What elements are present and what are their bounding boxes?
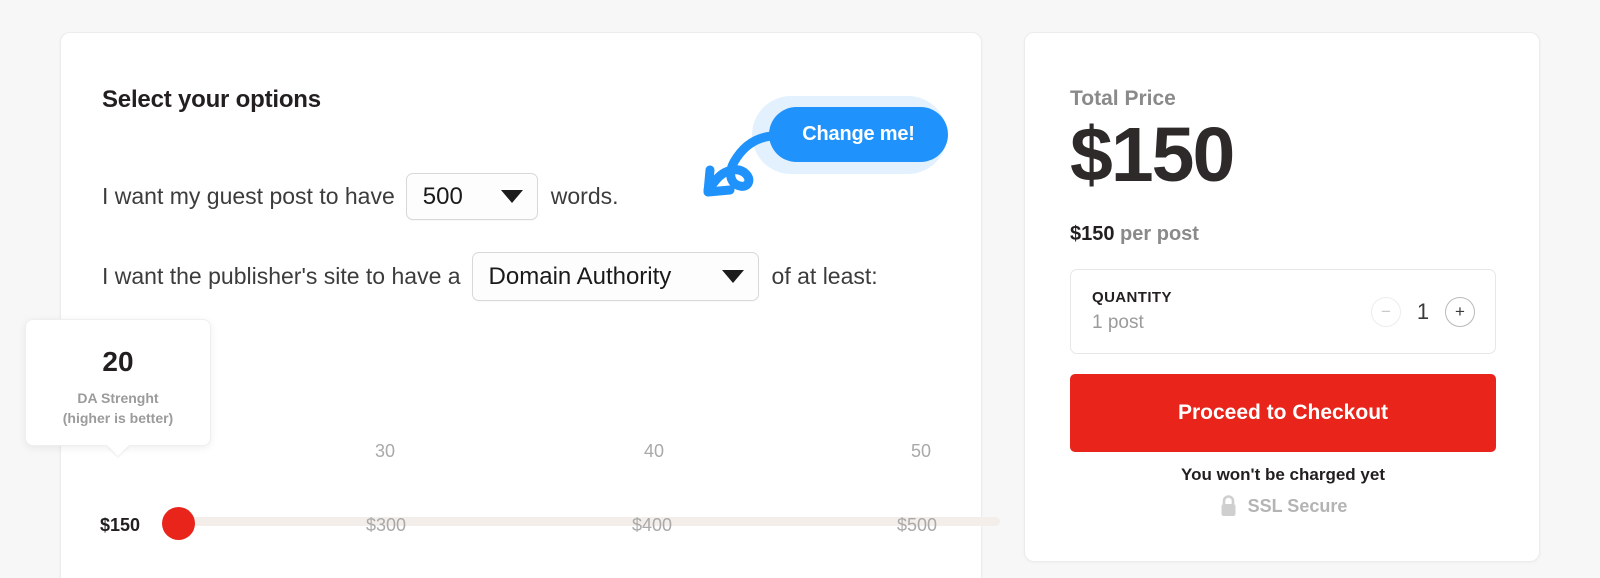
page-root: Select your options I want my guest post… [0,0,1600,578]
quantity-increase-button[interactable]: + [1445,296,1475,327]
slider-tick-label: 40 [643,441,665,461]
ssl-secure-row: SSL Secure [1070,495,1496,518]
quantity-controls: − 1 + [1371,296,1475,327]
total-price-label: Total Price [1070,87,1176,110]
no-charge-note: You won't be charged yet [1181,465,1385,484]
slider-price-label: $300 [365,515,407,535]
da-strength-tooltip: 20 DA Strenght (higher is better) [25,319,211,456]
da-strength-caption: DA Strenght (higher is better) [26,388,210,429]
quantity-decrease-button[interactable]: − [1371,296,1401,327]
quantity-subtitle: 1 post [1092,312,1144,333]
slider-tick-label: 50 [910,441,932,461]
slider-price-label: $150 [99,515,141,535]
per-post-price: $150 per post [1070,223,1199,246]
slider-handle[interactable] [162,507,195,540]
slider-price-label: $400 [631,515,673,535]
curved-arrow-icon [703,131,787,197]
change-me-callout: Change me! [690,88,960,228]
per-post-amount: $150 [1070,223,1115,245]
proceed-to-checkout-button[interactable]: Proceed to Checkout [1070,374,1496,452]
quantity-label: QUANTITY [1092,289,1172,306]
slider-track[interactable] [164,517,1000,526]
ssl-secure-label: SSL Secure [1247,496,1348,516]
per-post-suffix: per post [1114,223,1199,245]
quantity-stepper: QUANTITY 1 post − 1 + [1070,269,1496,354]
da-strength-caption-line1: DA Strenght [77,390,159,406]
tooltip-pointer [107,445,129,456]
slider-price-label: $500 [896,515,938,535]
da-strength-value: 20 [102,346,134,377]
da-strength-caption-line2: (higher is better) [62,410,174,427]
order-summary-card: Total Price $150 $150 per post QUANTITY … [1024,32,1540,562]
quantity-info: QUANTITY 1 post [1092,289,1172,334]
lock-icon [1221,495,1236,516]
slider-tick-label: 30 [374,441,396,461]
quantity-value: 1 [1416,298,1430,324]
total-price-amount: $150 [1070,112,1235,198]
